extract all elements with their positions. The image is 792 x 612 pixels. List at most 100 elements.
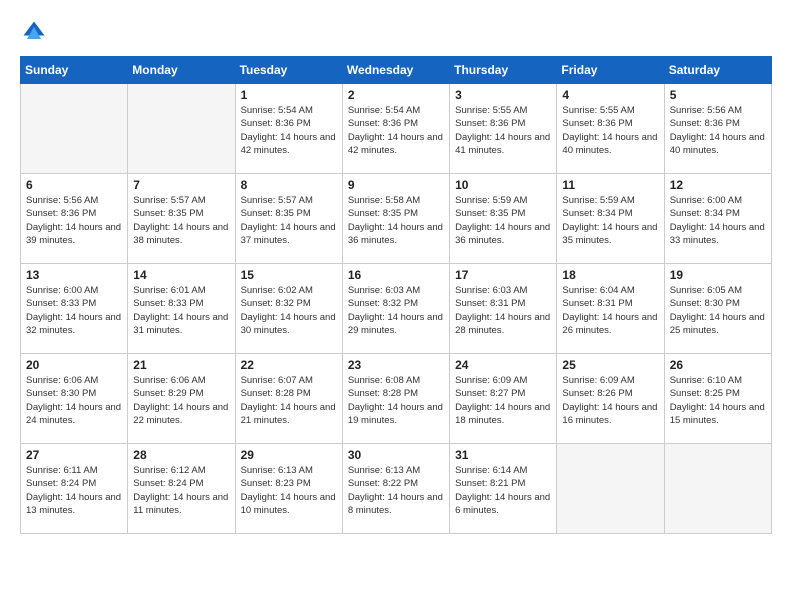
day-number: 6 [26, 178, 122, 192]
header [20, 18, 772, 46]
day-number: 26 [670, 358, 766, 372]
day-info: Sunrise: 6:08 AM Sunset: 8:28 PM Dayligh… [348, 374, 444, 427]
weekday-header-friday: Friday [557, 57, 664, 84]
week-row-2: 6 Sunrise: 5:56 AM Sunset: 8:36 PM Daylig… [21, 174, 772, 264]
day-number: 31 [455, 448, 551, 462]
day-number: 4 [562, 88, 658, 102]
day-info: Sunrise: 6:02 AM Sunset: 8:32 PM Dayligh… [241, 284, 337, 337]
day-number: 29 [241, 448, 337, 462]
day-info: Sunrise: 6:04 AM Sunset: 8:31 PM Dayligh… [562, 284, 658, 337]
day-info: Sunrise: 6:00 AM Sunset: 8:34 PM Dayligh… [670, 194, 766, 247]
calendar-cell: 23 Sunrise: 6:08 AM Sunset: 8:28 PM Dayli… [342, 354, 449, 444]
day-number: 23 [348, 358, 444, 372]
calendar-cell: 5 Sunrise: 5:56 AM Sunset: 8:36 PM Daylig… [664, 84, 771, 174]
calendar-cell: 22 Sunrise: 6:07 AM Sunset: 8:28 PM Dayli… [235, 354, 342, 444]
day-info: Sunrise: 5:55 AM Sunset: 8:36 PM Dayligh… [455, 104, 551, 157]
weekday-header-tuesday: Tuesday [235, 57, 342, 84]
day-info: Sunrise: 6:09 AM Sunset: 8:27 PM Dayligh… [455, 374, 551, 427]
calendar-cell: 17 Sunrise: 6:03 AM Sunset: 8:31 PM Dayli… [450, 264, 557, 354]
day-info: Sunrise: 5:57 AM Sunset: 8:35 PM Dayligh… [241, 194, 337, 247]
day-number: 21 [133, 358, 229, 372]
calendar-cell [128, 84, 235, 174]
day-info: Sunrise: 6:06 AM Sunset: 8:29 PM Dayligh… [133, 374, 229, 427]
day-info: Sunrise: 6:09 AM Sunset: 8:26 PM Dayligh… [562, 374, 658, 427]
calendar-cell: 3 Sunrise: 5:55 AM Sunset: 8:36 PM Daylig… [450, 84, 557, 174]
week-row-1: 1 Sunrise: 5:54 AM Sunset: 8:36 PM Daylig… [21, 84, 772, 174]
day-info: Sunrise: 6:00 AM Sunset: 8:33 PM Dayligh… [26, 284, 122, 337]
calendar-cell: 25 Sunrise: 6:09 AM Sunset: 8:26 PM Dayli… [557, 354, 664, 444]
calendar-cell: 30 Sunrise: 6:13 AM Sunset: 8:22 PM Dayli… [342, 444, 449, 534]
day-number: 20 [26, 358, 122, 372]
day-number: 19 [670, 268, 766, 282]
day-number: 12 [670, 178, 766, 192]
calendar-cell: 7 Sunrise: 5:57 AM Sunset: 8:35 PM Daylig… [128, 174, 235, 264]
logo-icon [20, 18, 48, 46]
day-number: 24 [455, 358, 551, 372]
calendar-cell: 12 Sunrise: 6:00 AM Sunset: 8:34 PM Dayli… [664, 174, 771, 264]
day-info: Sunrise: 6:07 AM Sunset: 8:28 PM Dayligh… [241, 374, 337, 427]
calendar-cell: 24 Sunrise: 6:09 AM Sunset: 8:27 PM Dayli… [450, 354, 557, 444]
calendar-cell: 1 Sunrise: 5:54 AM Sunset: 8:36 PM Daylig… [235, 84, 342, 174]
day-info: Sunrise: 5:57 AM Sunset: 8:35 PM Dayligh… [133, 194, 229, 247]
week-row-3: 13 Sunrise: 6:00 AM Sunset: 8:33 PM Dayli… [21, 264, 772, 354]
calendar-cell: 11Sunrise: 5:59 AM Sunset: 8:34 PM Dayli… [557, 174, 664, 264]
calendar-cell: 28 Sunrise: 6:12 AM Sunset: 8:24 PM Dayli… [128, 444, 235, 534]
calendar-cell: 9Sunrise: 5:58 AM Sunset: 8:35 PM Daylig… [342, 174, 449, 264]
calendar-cell: 20 Sunrise: 6:06 AM Sunset: 8:30 PM Dayli… [21, 354, 128, 444]
weekday-header-row: SundayMondayTuesdayWednesdayThursdayFrid… [21, 57, 772, 84]
day-info: Sunrise: 6:06 AM Sunset: 8:30 PM Dayligh… [26, 374, 122, 427]
day-info: Sunrise: 6:12 AM Sunset: 8:24 PM Dayligh… [133, 464, 229, 517]
day-number: 15 [241, 268, 337, 282]
day-info: Sunrise: 6:13 AM Sunset: 8:22 PM Dayligh… [348, 464, 444, 517]
day-number: 1 [241, 88, 337, 102]
calendar-cell: 6 Sunrise: 5:56 AM Sunset: 8:36 PM Daylig… [21, 174, 128, 264]
day-number: 5 [670, 88, 766, 102]
day-number: 30 [348, 448, 444, 462]
calendar-cell [557, 444, 664, 534]
day-info: Sunrise: 6:10 AM Sunset: 8:25 PM Dayligh… [670, 374, 766, 427]
week-row-4: 20 Sunrise: 6:06 AM Sunset: 8:30 PM Dayli… [21, 354, 772, 444]
day-number: 25 [562, 358, 658, 372]
calendar-cell: 14Sunrise: 6:01 AM Sunset: 8:33 PM Dayli… [128, 264, 235, 354]
day-info: Sunrise: 6:03 AM Sunset: 8:32 PM Dayligh… [348, 284, 444, 337]
day-number: 10 [455, 178, 551, 192]
day-info: Sunrise: 5:54 AM Sunset: 8:36 PM Dayligh… [241, 104, 337, 157]
day-number: 3 [455, 88, 551, 102]
calendar-cell: 29Sunrise: 6:13 AM Sunset: 8:23 PM Dayli… [235, 444, 342, 534]
weekday-header-monday: Monday [128, 57, 235, 84]
day-number: 9 [348, 178, 444, 192]
day-number: 13 [26, 268, 122, 282]
calendar-cell: 19Sunrise: 6:05 AM Sunset: 8:30 PM Dayli… [664, 264, 771, 354]
calendar-cell [664, 444, 771, 534]
calendar-cell: 13 Sunrise: 6:00 AM Sunset: 8:33 PM Dayli… [21, 264, 128, 354]
day-number: 14 [133, 268, 229, 282]
calendar-cell: 8 Sunrise: 5:57 AM Sunset: 8:35 PM Daylig… [235, 174, 342, 264]
day-info: Sunrise: 5:56 AM Sunset: 8:36 PM Dayligh… [26, 194, 122, 247]
day-info: Sunrise: 6:11 AM Sunset: 8:24 PM Dayligh… [26, 464, 122, 517]
calendar-table: SundayMondayTuesdayWednesdayThursdayFrid… [20, 56, 772, 534]
calendar-cell: 21 Sunrise: 6:06 AM Sunset: 8:29 PM Dayli… [128, 354, 235, 444]
calendar-cell: 16Sunrise: 6:03 AM Sunset: 8:32 PM Dayli… [342, 264, 449, 354]
day-number: 11 [562, 178, 658, 192]
day-info: Sunrise: 6:03 AM Sunset: 8:31 PM Dayligh… [455, 284, 551, 337]
calendar-cell: 18Sunrise: 6:04 AM Sunset: 8:31 PM Dayli… [557, 264, 664, 354]
day-info: Sunrise: 5:56 AM Sunset: 8:36 PM Dayligh… [670, 104, 766, 157]
day-number: 27 [26, 448, 122, 462]
day-number: 8 [241, 178, 337, 192]
calendar-cell: 26 Sunrise: 6:10 AM Sunset: 8:25 PM Dayli… [664, 354, 771, 444]
day-number: 7 [133, 178, 229, 192]
weekday-header-thursday: Thursday [450, 57, 557, 84]
day-info: Sunrise: 6:14 AM Sunset: 8:21 PM Dayligh… [455, 464, 551, 517]
calendar-cell: 10Sunrise: 5:59 AM Sunset: 8:35 PM Dayli… [450, 174, 557, 264]
calendar-page: SundayMondayTuesdayWednesdayThursdayFrid… [0, 0, 792, 612]
calendar-cell [21, 84, 128, 174]
weekday-header-wednesday: Wednesday [342, 57, 449, 84]
day-number: 22 [241, 358, 337, 372]
day-number: 17 [455, 268, 551, 282]
calendar-cell: 31 Sunrise: 6:14 AM Sunset: 8:21 PM Dayli… [450, 444, 557, 534]
day-info: Sunrise: 5:54 AM Sunset: 8:36 PM Dayligh… [348, 104, 444, 157]
weekday-header-sunday: Sunday [21, 57, 128, 84]
logo [20, 18, 52, 46]
day-number: 28 [133, 448, 229, 462]
day-number: 2 [348, 88, 444, 102]
